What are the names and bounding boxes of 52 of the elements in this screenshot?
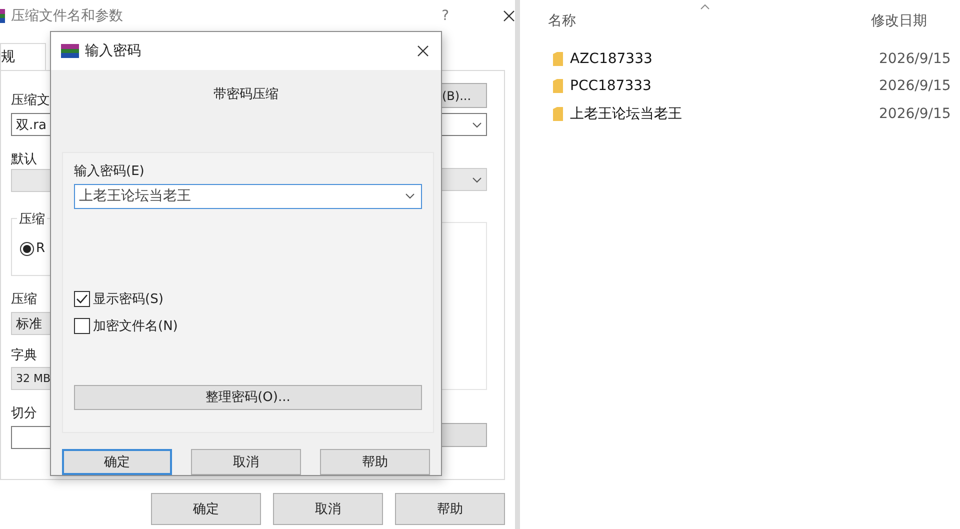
help-button[interactable]: ? [442, 8, 449, 24]
browse-button[interactable]: (B)... [442, 83, 487, 108]
tab[interactable]: 规 [0, 43, 46, 70]
window-title: 压缩文件名和参数 [11, 6, 123, 24]
radio-button[interactable] [20, 242, 34, 256]
field-label: 默认 [11, 151, 38, 169]
app-icon [0, 8, 5, 22]
password-field[interactable]: 上老王论坛当老王 [74, 184, 422, 209]
dialog-button[interactable]: 取消 [191, 449, 301, 475]
caret-icon [405, 193, 415, 200]
archive-name-field[interactable]: 双.ra [11, 113, 51, 136]
app-icon [61, 44, 79, 58]
dialog-button[interactable]: 确定 [151, 493, 261, 525]
dialog-heading: 带密码压缩 [214, 86, 278, 104]
sort-icon [700, 4, 710, 10]
close-icon[interactable] [503, 10, 515, 22]
field-label: 压缩文 [11, 92, 51, 110]
checkbox-label: 显示密码(S) [93, 291, 164, 308]
split-field[interactable] [11, 426, 51, 449]
dialog-button[interactable]: 取消 [273, 493, 383, 525]
organize-passwords-button[interactable]: 整理密码(O)... [74, 384, 422, 410]
date-cell-text: 2026/9/15 [878, 78, 952, 94]
archive-name-dropdown[interactable] [442, 113, 487, 136]
file-name[interactable]: PCC187333 [570, 78, 652, 94]
date-cell-text: 2026/9/15 [878, 50, 952, 67]
field-label: 压缩 [11, 291, 38, 309]
checkbox[interactable] [74, 291, 90, 308]
dictionary-dropdown[interactable]: 32 MB [11, 367, 51, 390]
folder-icon [553, 79, 563, 94]
radio-label: R [36, 241, 46, 256]
file-name[interactable]: 上老王论坛当老王 [570, 104, 682, 123]
field-label: 切分 [11, 405, 38, 423]
checkbox[interactable] [74, 318, 90, 334]
field-label: 字典 [11, 347, 38, 365]
column-header[interactable]: 名称 [548, 12, 871, 30]
folder-icon [553, 52, 563, 66]
field-label: 输入密码(E) [74, 162, 146, 180]
method-dropdown[interactable]: 标准 [11, 312, 51, 335]
dialog-button[interactable]: 确定 [62, 449, 172, 475]
checkbox-label: 加密文件名(N) [93, 318, 178, 336]
profile-dropdown[interactable] [11, 169, 51, 192]
file-name[interactable]: AZC187333 [570, 50, 652, 67]
dialog-title: 输入密码 [85, 42, 141, 60]
date-cell-text: 2026/9/15 [878, 106, 952, 122]
caret-icon [472, 122, 482, 128]
folder-icon [553, 106, 563, 121]
dialog-button[interactable]: 帮助 [320, 449, 430, 475]
dialog-button[interactable]: 帮助 [395, 493, 505, 525]
caret-icon [472, 176, 482, 182]
column-header[interactable]: 修改日期 [871, 12, 960, 30]
close-icon[interactable] [417, 44, 429, 57]
check-icon [76, 294, 88, 304]
